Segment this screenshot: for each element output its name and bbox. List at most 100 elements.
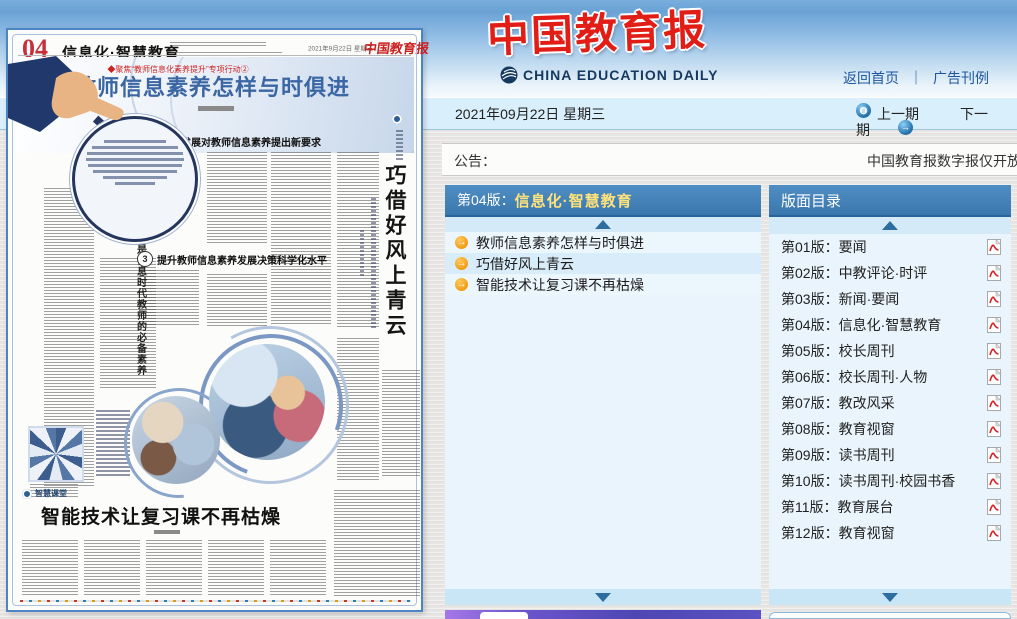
column-badge-icon — [392, 114, 402, 124]
pdf-file-icon[interactable] — [987, 343, 1001, 359]
vertical-subtitle-text — [371, 198, 376, 330]
pdf-file-icon[interactable] — [987, 395, 1001, 411]
page-name[interactable]: 教改风采 — [839, 393, 895, 413]
pdf-file-icon[interactable] — [987, 525, 1001, 541]
collapse-strip[interactable] — [769, 217, 1011, 234]
ads-link[interactable]: 广告刊例 — [933, 68, 989, 88]
home-link[interactable]: 返回首页 — [843, 68, 899, 88]
page-name[interactable]: 新闻·要闻 — [839, 289, 900, 309]
page-no: 第09版： — [781, 445, 839, 465]
page-name[interactable]: 读书周刊·校园书香 — [839, 471, 956, 491]
circled-number: 3 — [137, 251, 153, 267]
prev-issue-link[interactable]: 上一期 — [877, 104, 919, 124]
page-name[interactable]: 教育视窗 — [839, 523, 895, 543]
body-text-column — [382, 370, 420, 478]
bottom-headline: 智能技术让复习课不再枯燥 — [36, 502, 286, 529]
orange-arrow-icon: → — [455, 236, 468, 249]
article-item-highlighted[interactable]: → 巧借好风上青云 — [445, 253, 761, 274]
pdf-file-icon[interactable] — [987, 447, 1001, 463]
page-no: 第01版： — [781, 237, 839, 257]
prev-issue-globe-icon[interactable]: ◍ — [856, 103, 871, 118]
page-no: 第02版： — [781, 263, 839, 283]
page-item[interactable]: 第05版：校长周刊 — [769, 338, 1011, 364]
article-title[interactable]: 智能技术让复习课不再枯燥 — [476, 275, 644, 295]
chevron-up-icon[interactable] — [882, 221, 898, 230]
nav-separator: ｜ — [909, 68, 923, 88]
page-name[interactable]: 信息化·智慧教育 — [839, 315, 942, 335]
globe-leaf-icon — [500, 66, 518, 84]
page-no: 第05版： — [781, 341, 839, 361]
page-item[interactable]: 第06版：校长周刊·人物 — [769, 364, 1011, 390]
panel-filler — [769, 546, 1011, 589]
page-no: 第10版： — [781, 471, 839, 491]
page-no: 第07版： — [781, 393, 839, 413]
page-item[interactable]: 第07版：教改风采 — [769, 390, 1011, 416]
body-text-column — [208, 540, 264, 596]
pdf-file-icon[interactable] — [987, 369, 1001, 385]
article-title[interactable]: 教师信息素养怎样与时俱进 — [476, 233, 644, 253]
collapse-strip[interactable] — [445, 217, 761, 232]
page-item[interactable]: 第04版：信息化·智慧教育 — [769, 312, 1011, 338]
article-item[interactable]: → 教师信息素养怎样与时俱进 — [445, 232, 761, 253]
page-name[interactable]: 教育展台 — [838, 497, 894, 517]
column-badge-icon — [22, 489, 32, 499]
qr-code — [28, 426, 84, 482]
next-issue-arrow-icon[interactable]: → — [898, 120, 913, 135]
page-no: 第11版： — [781, 497, 838, 517]
article-list-panel: 第04版： 信息化·智慧教育 → 教师信息素养怎样与时俱进 → 巧借好风上青云 … — [445, 185, 761, 605]
page-no: 第04版： — [781, 315, 839, 335]
pdf-file-icon[interactable] — [987, 265, 1001, 281]
magnified-text — [103, 176, 167, 179]
column-badge-text — [396, 130, 403, 162]
body-text-column — [22, 540, 78, 596]
vertical-headline: 巧借好风上青云 — [380, 164, 410, 339]
top-nav: 返回首页 ｜ 广告刊例 — [843, 68, 989, 88]
page-name[interactable]: 教育视窗 — [839, 419, 895, 439]
page-directory-panel: 版面目录 第01版：要闻 第02版：中教评论·时评 第03版：新闻·要闻 第04… — [769, 185, 1011, 605]
orange-arrow-icon: → — [455, 257, 468, 270]
page-name[interactable]: 要闻 — [839, 237, 867, 257]
chevron-up-icon[interactable] — [595, 220, 611, 229]
magnified-text — [86, 158, 184, 161]
pdf-file-icon[interactable] — [987, 473, 1001, 489]
magnified-text — [93, 170, 177, 173]
page-item[interactable]: 第01版：要闻 — [769, 234, 1011, 260]
article-panel-header: 第04版： 信息化·智慧教育 — [445, 185, 761, 217]
pdf-file-icon[interactable] — [987, 421, 1001, 437]
page-item[interactable]: 第10版：读书周刊·校园书香 — [769, 468, 1011, 494]
page-item[interactable]: 第02版：中教评论·时评 — [769, 260, 1011, 286]
article-item[interactable]: → 智能技术让复习课不再枯燥 — [445, 274, 761, 295]
article-title[interactable]: 巧借好风上青云 — [476, 254, 574, 274]
expand-strip[interactable] — [445, 589, 761, 605]
column-badge-bottom: 智慧课堂 — [22, 488, 67, 499]
orange-arrow-icon: → — [455, 278, 468, 291]
newspaper-page-preview[interactable]: 04 信息化·智慧教育 2021年9月22日 星期三 中国教育报 ◆聚焦“教师信… — [6, 28, 423, 612]
directory-title: 版面目录 — [781, 190, 841, 211]
bottom-banner — [445, 610, 761, 619]
page-item[interactable]: 第08版：教育视窗 — [769, 416, 1011, 442]
decorative-dotted-rule — [20, 600, 411, 602]
magnified-text — [115, 182, 155, 185]
page-number-prefix: 第04版： — [457, 190, 515, 210]
page-item[interactable]: 第03版：新闻·要闻 — [769, 286, 1011, 312]
pdf-file-icon[interactable] — [987, 499, 1001, 515]
classroom-photo — [132, 396, 220, 484]
page-item[interactable]: 第09版：读书周刊 — [769, 442, 1011, 468]
next-issue-link[interactable]: 下一 — [960, 104, 988, 124]
pdf-file-icon[interactable] — [987, 317, 1001, 333]
chevron-down-icon[interactable] — [882, 593, 898, 602]
page-name[interactable]: 校长周刊 — [839, 341, 895, 361]
pdf-file-icon[interactable] — [987, 239, 1001, 255]
next-issue-link-wrap[interactable]: 期 — [856, 120, 870, 140]
page-item[interactable]: 第12版：教育视窗 — [769, 520, 1011, 546]
page-item[interactable]: 第11版：教育展台 — [769, 494, 1011, 520]
section-title: 信息化·智慧教育 — [515, 190, 633, 211]
expand-strip[interactable] — [769, 589, 1011, 605]
banner-pill — [480, 612, 528, 619]
page-name[interactable]: 中教评论·时评 — [839, 263, 928, 283]
chevron-down-icon[interactable] — [595, 593, 611, 602]
page-name[interactable]: 校长周刊·人物 — [839, 367, 928, 387]
page-name[interactable]: 读书周刊 — [839, 445, 895, 465]
pdf-file-icon[interactable] — [987, 291, 1001, 307]
masthead-credits-text — [170, 42, 266, 48]
